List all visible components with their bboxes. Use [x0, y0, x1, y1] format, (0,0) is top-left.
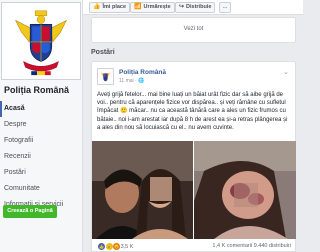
sidebar-item-about[interactable]: Despre: [0, 117, 83, 133]
post-body-text: Aveți grijă fetelor... mai bine luați un…: [97, 91, 293, 132]
post-text-line: Aveți grijă fetelor... mai bine luați un…: [97, 92, 283, 98]
romanian-police-crest-icon: [98, 69, 113, 84]
comments-shares-summary: 1,4 K comentarii 9.440 distribuiri: [212, 243, 291, 249]
share-arrow-icon: ↪: [179, 4, 185, 10]
page-name[interactable]: Poliția Română: [4, 85, 69, 95]
like-reaction-icon: 👍: [98, 243, 105, 250]
reactions-summary[interactable]: 👍 😢 😠 3,5 K: [98, 243, 133, 250]
sidebar-item-community[interactable]: Comunitate: [0, 181, 83, 197]
like-page-button[interactable]: 👍 Îmi place: [89, 2, 131, 13]
see-all-panel: Vezi tot: [91, 17, 296, 43]
follow-page-label: Urmărește: [143, 4, 171, 10]
injured-woman-photo: [194, 141, 296, 239]
couple-selfie-photo: [92, 141, 193, 239]
post-author-avatar[interactable]: [97, 68, 114, 85]
follow-page-button[interactable]: 📶 Urmărește: [130, 2, 175, 13]
page-profile-picture[interactable]: [1, 2, 81, 80]
post-stats-bar: 👍 😢 😠 3,5 K 1,4 K comentarii 9.440 distr…: [92, 240, 297, 252]
posts-section-heading: Postări: [91, 49, 115, 56]
post-text-line: voi.. pentru că aparențele fizice vor di…: [97, 100, 286, 107]
post-photo-couple[interactable]: [92, 141, 193, 239]
romanian-police-crest-icon: [15, 10, 67, 76]
like-page-label: Îmi place: [102, 4, 127, 10]
post-date: 11 mai: [119, 78, 134, 84]
globe-icon: · 🌐: [135, 78, 145, 84]
post-text-line: bătaie.. noi i-am arestat iar după 8 h d…: [97, 116, 288, 123]
share-page-label: Distribuie: [186, 4, 212, 10]
angry-reaction-icon: 😠: [113, 243, 121, 250]
see-all-link[interactable]: Vezi tot: [92, 26, 295, 32]
left-sidebar: Poliția Română Acasă Despre Fotografii R…: [0, 0, 83, 252]
create-page-button[interactable]: Creează o Pagină: [3, 205, 57, 218]
thumbs-up-icon: 👍: [93, 4, 101, 10]
sidebar-item-posts[interactable]: Postări: [0, 165, 83, 181]
post-card: Poliția Română 11 mai · 🌐 ⌄ Aveți grijă …: [91, 61, 296, 252]
sad-reaction-icon: 😢: [105, 243, 113, 250]
share-page-button[interactable]: ↪ Distribuie: [175, 2, 216, 13]
post-author-name[interactable]: Poliția Română: [119, 69, 166, 76]
comments-count[interactable]: 1,4 K comentarii: [212, 243, 252, 249]
post-options-chevron-icon[interactable]: ⌄: [283, 68, 289, 76]
page-action-bar: 👍 Îmi place 📶 Urmărește ↪ Distribuie ...: [83, 0, 303, 15]
post-timestamp[interactable]: 11 mai · 🌐: [119, 78, 144, 84]
sidebar-item-reviews[interactable]: Recenzii: [0, 149, 83, 165]
sidebar-item-photos[interactable]: Fotografii: [0, 133, 83, 149]
more-options-button[interactable]: ...: [219, 2, 231, 13]
sidebar-nav: Acasă Despre Fotografii Recenzii Postări…: [0, 101, 83, 213]
sidebar-item-home[interactable]: Acasă: [0, 101, 83, 117]
post-text-line: a ales din nou să locuiască cu el.. nu a…: [97, 124, 234, 131]
shares-count[interactable]: 9.440 distribuiri: [254, 243, 291, 249]
post-photo-injured-woman[interactable]: [194, 141, 296, 239]
rss-follow-icon: 📶: [134, 4, 142, 10]
post-text-line: împăcat 🙂 măcar.. nu ca această tânără c…: [97, 108, 286, 115]
reactions-count: 3,5 K: [120, 243, 134, 250]
